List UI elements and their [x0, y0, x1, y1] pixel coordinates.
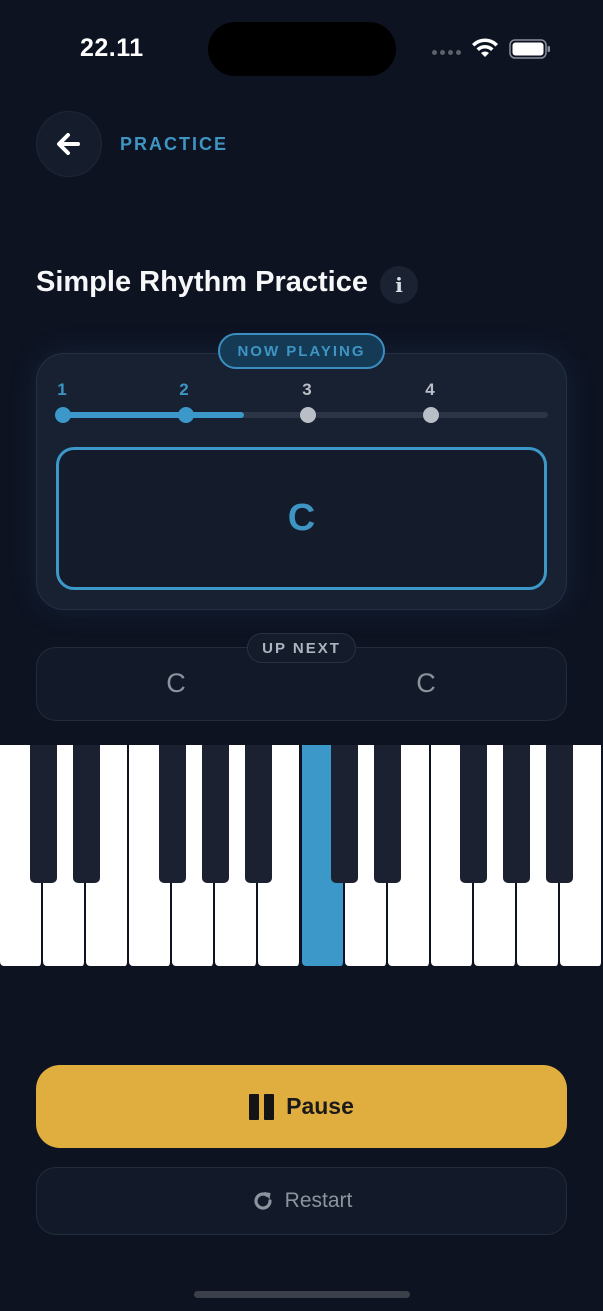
beat-dot-2 — [178, 407, 194, 423]
up-next-badge: UP NEXT — [247, 633, 356, 663]
status-time: 22.11 — [80, 34, 144, 62]
piano-black-key[interactable] — [29, 745, 57, 883]
beat-label-3: 3 — [302, 380, 312, 399]
header-title: PRACTICE — [120, 134, 229, 154]
piano-keyboard[interactable] — [0, 745, 603, 966]
beat-progress-fill — [58, 412, 244, 418]
piano-black-key[interactable] — [503, 745, 531, 883]
beat-label-4: 4 — [425, 380, 435, 399]
next-chord-1: C — [166, 668, 186, 698]
restart-icon — [254, 1192, 272, 1210]
pause-icon — [249, 1093, 275, 1120]
wifi-icon — [472, 38, 498, 57]
piano-black-key[interactable] — [244, 745, 272, 883]
home-indicator — [194, 1291, 410, 1298]
restart-button[interactable]: Restart — [36, 1167, 567, 1235]
dynamic-island — [208, 22, 396, 76]
piano-black-key[interactable] — [158, 745, 186, 883]
page-title: Simple Rhythm Practice — [36, 266, 368, 298]
piano-black-key[interactable] — [201, 745, 229, 883]
next-chord-2: C — [416, 668, 436, 698]
back-button[interactable] — [36, 111, 102, 177]
restart-label: Restart — [284, 1189, 353, 1212]
beat-dot-3 — [300, 407, 316, 423]
arrow-left-icon — [57, 133, 80, 155]
beat-label-2: 2 — [179, 380, 189, 399]
beat-label-1: 1 — [57, 380, 67, 399]
info-button[interactable]: i — [380, 266, 418, 304]
now-playing-badge: NOW PLAYING — [218, 333, 385, 369]
info-icon: i — [395, 273, 403, 297]
battery-icon — [509, 39, 550, 59]
piano-black-key[interactable] — [460, 745, 488, 883]
piano-black-key[interactable] — [331, 745, 359, 883]
beat-dot-4 — [423, 407, 439, 423]
current-chord: C — [56, 447, 547, 590]
cellular-signal-icon — [432, 50, 462, 56]
pause-label: Pause — [286, 1093, 354, 1119]
piano-black-key[interactable] — [72, 745, 100, 883]
piano-black-key[interactable] — [374, 745, 402, 883]
piano-black-key[interactable] — [546, 745, 574, 883]
beat-dot-1 — [55, 407, 71, 423]
pause-button[interactable]: Pause — [36, 1065, 567, 1148]
